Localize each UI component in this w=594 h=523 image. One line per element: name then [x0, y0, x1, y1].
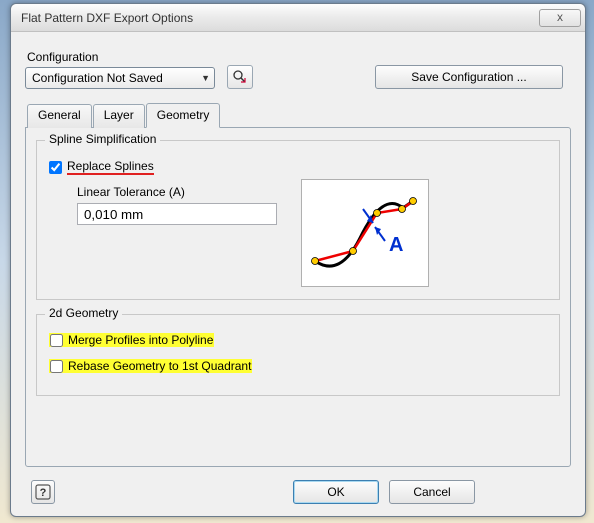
help-button[interactable]: ?: [31, 480, 55, 504]
svg-text:?: ?: [40, 487, 47, 499]
configuration-selected: Configuration Not Saved: [32, 71, 163, 85]
chevron-down-icon: ▼: [201, 73, 210, 83]
title-text: Flat Pattern DXF Export Options: [21, 11, 539, 25]
dialog-content: Configuration Configuration Not Saved ▼ …: [11, 32, 585, 516]
2d-geometry-legend: 2d Geometry: [45, 306, 122, 320]
replace-splines-label: Replace Splines: [67, 159, 154, 175]
svg-text:A: A: [389, 234, 403, 256]
linear-tolerance-label: Linear Tolerance (A): [77, 185, 277, 199]
spline-diagram-icon: A: [305, 183, 425, 283]
search-arrow-icon: [232, 69, 248, 85]
configuration-label: Configuration: [27, 50, 215, 64]
rebase-geometry-checkbox[interactable]: [50, 360, 63, 373]
linear-tolerance-input[interactable]: [77, 203, 277, 225]
merge-profiles-checkbox[interactable]: [50, 334, 63, 347]
spline-simplification-group: Spline Simplification Replace Splines Li…: [36, 140, 560, 300]
cancel-button[interactable]: Cancel: [389, 480, 475, 504]
spline-illustration: A: [301, 179, 429, 287]
tab-layer[interactable]: Layer: [93, 104, 145, 128]
configuration-dropdown[interactable]: Configuration Not Saved ▼: [25, 67, 215, 89]
close-button[interactable]: x: [539, 9, 581, 27]
ok-button[interactable]: OK: [293, 480, 379, 504]
tab-geometry[interactable]: Geometry: [146, 103, 221, 128]
spline-group-legend: Spline Simplification: [45, 132, 160, 146]
tabpanel-geometry: Spline Simplification Replace Splines Li…: [25, 127, 571, 467]
save-configuration-button[interactable]: Save Configuration ...: [375, 65, 563, 89]
help-icon: ?: [35, 484, 51, 500]
rebase-geometry-label: Rebase Geometry to 1st Quadrant: [68, 359, 251, 373]
tab-general[interactable]: General: [27, 104, 92, 128]
replace-splines-checkbox[interactable]: [49, 161, 62, 174]
2d-geometry-group: 2d Geometry Merge Profiles into Polyline…: [36, 314, 560, 396]
dxf-export-dialog: Flat Pattern DXF Export Options x Config…: [10, 3, 586, 517]
refresh-config-button[interactable]: [227, 65, 253, 89]
merge-profiles-label: Merge Profiles into Polyline: [68, 333, 213, 347]
titlebar: Flat Pattern DXF Export Options x: [11, 4, 585, 32]
tabs: General Layer Geometry: [27, 103, 571, 127]
